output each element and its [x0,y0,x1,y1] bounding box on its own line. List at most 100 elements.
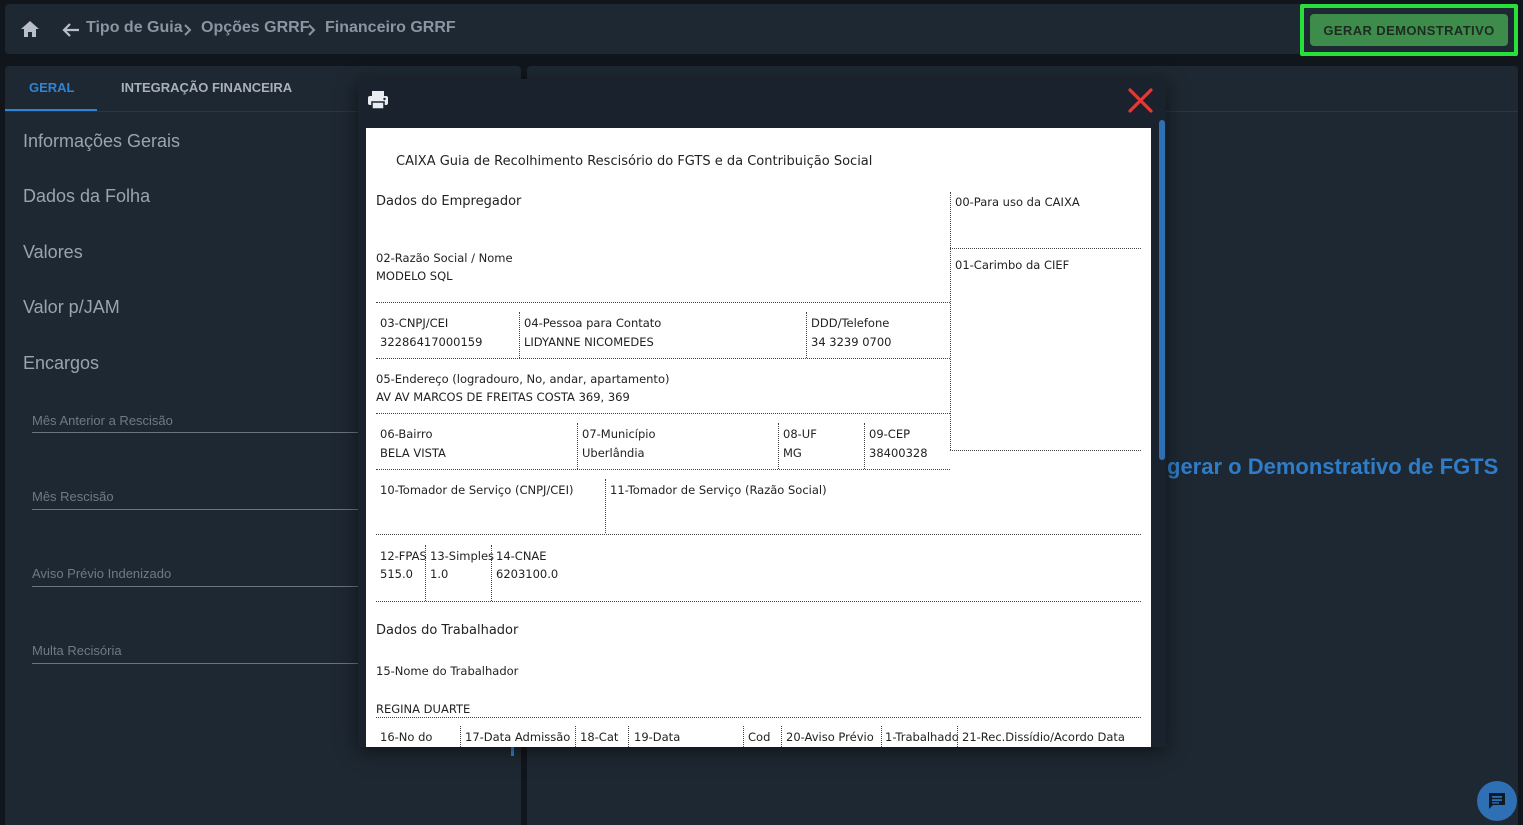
field-label-mes-rescisao: Mês Rescisão [32,489,114,504]
fpas-label: 12-FPAS [380,549,427,563]
endereco-label: 05-Endereço (logradouro, No, andar, apar… [376,372,670,386]
divider [605,479,606,533]
chevron-right-icon [184,24,192,36]
report-preview-modal: CAIXA Guia de Recolhimento Rescisório do… [358,79,1166,747]
divider [376,469,950,470]
tab-integracao-financeira[interactable]: INTEGRAÇÃO FINANCEIRA [121,80,292,95]
bottom-label: 16-No do [380,730,433,744]
home-icon[interactable] [20,20,40,38]
contato-label: 04-Pessoa para Contato [524,316,662,330]
divider [376,717,1141,718]
field-label-multa: Multa Recisória [32,643,122,658]
field-label-mes-anterior: Mês Anterior a Rescisão [32,413,173,428]
bairro-label: 06-Bairro [380,427,433,441]
bottom-label: 19-Data [634,730,681,744]
aviso-previo-input[interactable] [32,586,358,587]
field-label-aviso-previo: Aviso Prévio Indenizado [32,566,172,581]
cnae-value: 6203100.0 [496,567,559,581]
divider [425,545,426,601]
razao-social-value: MODELO SQL [376,269,453,283]
chevron-right-icon [308,24,316,36]
divider [950,248,1141,249]
cnpj-label: 03-CNPJ/CEI [380,316,449,330]
divider [950,450,1141,451]
top-bar: Tipo de Guia Opções GRRF Financeiro GRRF [5,4,1518,54]
divider [781,726,782,747]
contato-value: LIDYANNE NICOMEDES [524,335,654,349]
chat-icon [1489,793,1505,809]
close-icon[interactable] [1127,87,1154,114]
divider [628,726,629,747]
bottom-label: 20-Aviso Prévio [786,730,874,744]
divider [376,534,1141,535]
uf-label: 08-UF [783,427,817,441]
bottom-label: Cod [748,730,771,744]
divider [376,601,1141,602]
divider [950,192,951,450]
mes-rescisao-input[interactable] [32,509,358,510]
tomador-razao-label: 11-Tomador de Serviço (Razão Social) [610,483,827,497]
divider [575,726,576,747]
divider [881,726,882,747]
fpas-value: 515.0 [380,567,413,581]
section-informacoes-gerais[interactable]: Informações Gerais [23,131,180,152]
modal-scrollbar[interactable] [1159,120,1165,460]
breadcrumb-opcoes-grrf[interactable]: Opções GRRF [201,19,309,37]
bairro-value: BELA VISTA [380,446,446,460]
telefone-value: 34 3239 0700 [811,335,892,349]
scroll-marker [511,746,514,756]
print-icon[interactable] [367,90,389,110]
cief-label: 01-Carimbo da CIEF [955,258,1070,272]
divider [376,302,950,303]
divider [519,312,520,358]
caixa-use-label: 00-Para uso da CAIXA [955,195,1080,209]
divider [376,358,950,359]
generate-report-button[interactable]: GERAR DEMONSTRATIVO [1310,14,1508,46]
bottom-label: 18-Cat [580,730,619,744]
grrf-document: CAIXA Guia de Recolhimento Rescisório do… [366,128,1151,747]
bottom-label: 17-Data Admissão [465,730,571,744]
divider [577,423,578,469]
divider [806,312,807,358]
divider [491,545,492,601]
section-valores[interactable]: Valores [23,242,83,263]
section-encargos[interactable]: Encargos [23,353,99,374]
divider [376,413,950,414]
breadcrumb-tipo-de-guia[interactable]: Tipo de Guia [86,19,183,37]
mes-anterior-input[interactable] [32,432,358,433]
nome-trabalhador-value: REGINA DUARTE [376,702,471,716]
divider [957,726,958,747]
cnae-label: 14-CNAE [496,549,547,563]
nome-trabalhador-label: 15-Nome do Trabalhador [376,664,519,678]
simples-label: 13-Simples [430,549,495,563]
divider [743,726,744,747]
municipio-value: Uberlândia [582,446,645,460]
razao-social-label: 02-Razão Social / Nome [376,251,513,265]
worker-section-header: Dados do Trabalhador [376,623,519,638]
chat-button[interactable] [1477,781,1517,821]
cep-label: 09-CEP [869,427,911,441]
back-arrow-icon[interactable] [61,21,81,39]
divider [864,423,865,469]
employer-section-header: Dados do Empregador [376,194,522,209]
endereco-value: AV AV MARCOS DE FREITAS COSTA 369, 369 [376,390,630,404]
tomador-cnpj-label: 10-Tomador de Serviço (CNPJ/CEI) [380,483,574,497]
uf-value: MG [783,446,802,460]
multa-input[interactable] [32,663,358,664]
bottom-label: 1-Trabalhado [885,730,959,744]
cnpj-value: 32286417000159 [380,335,483,349]
divider [460,726,461,747]
divider [778,423,779,469]
section-dados-da-folha[interactable]: Dados da Folha [23,186,150,207]
simples-value: 1.0 [430,567,449,581]
tab-geral[interactable]: GERAL [29,80,75,95]
cep-value: 38400328 [869,446,928,460]
section-valor-jam[interactable]: Valor p/JAM [23,297,120,318]
bottom-label: 21-Rec.Dissídio/Acordo Data [962,730,1125,744]
generate-button-highlight: GERAR DEMONSTRATIVO [1300,4,1518,56]
breadcrumb-financeiro-grrf: Financeiro GRRF [325,19,456,36]
telefone-label: DDD/Telefone [811,316,890,330]
municipio-label: 07-Município [582,427,656,441]
document-title: CAIXA Guia de Recolhimento Rescisório do… [396,154,873,169]
empty-state-hint: gerar o Demonstrativo de FGTS [1167,454,1499,479]
